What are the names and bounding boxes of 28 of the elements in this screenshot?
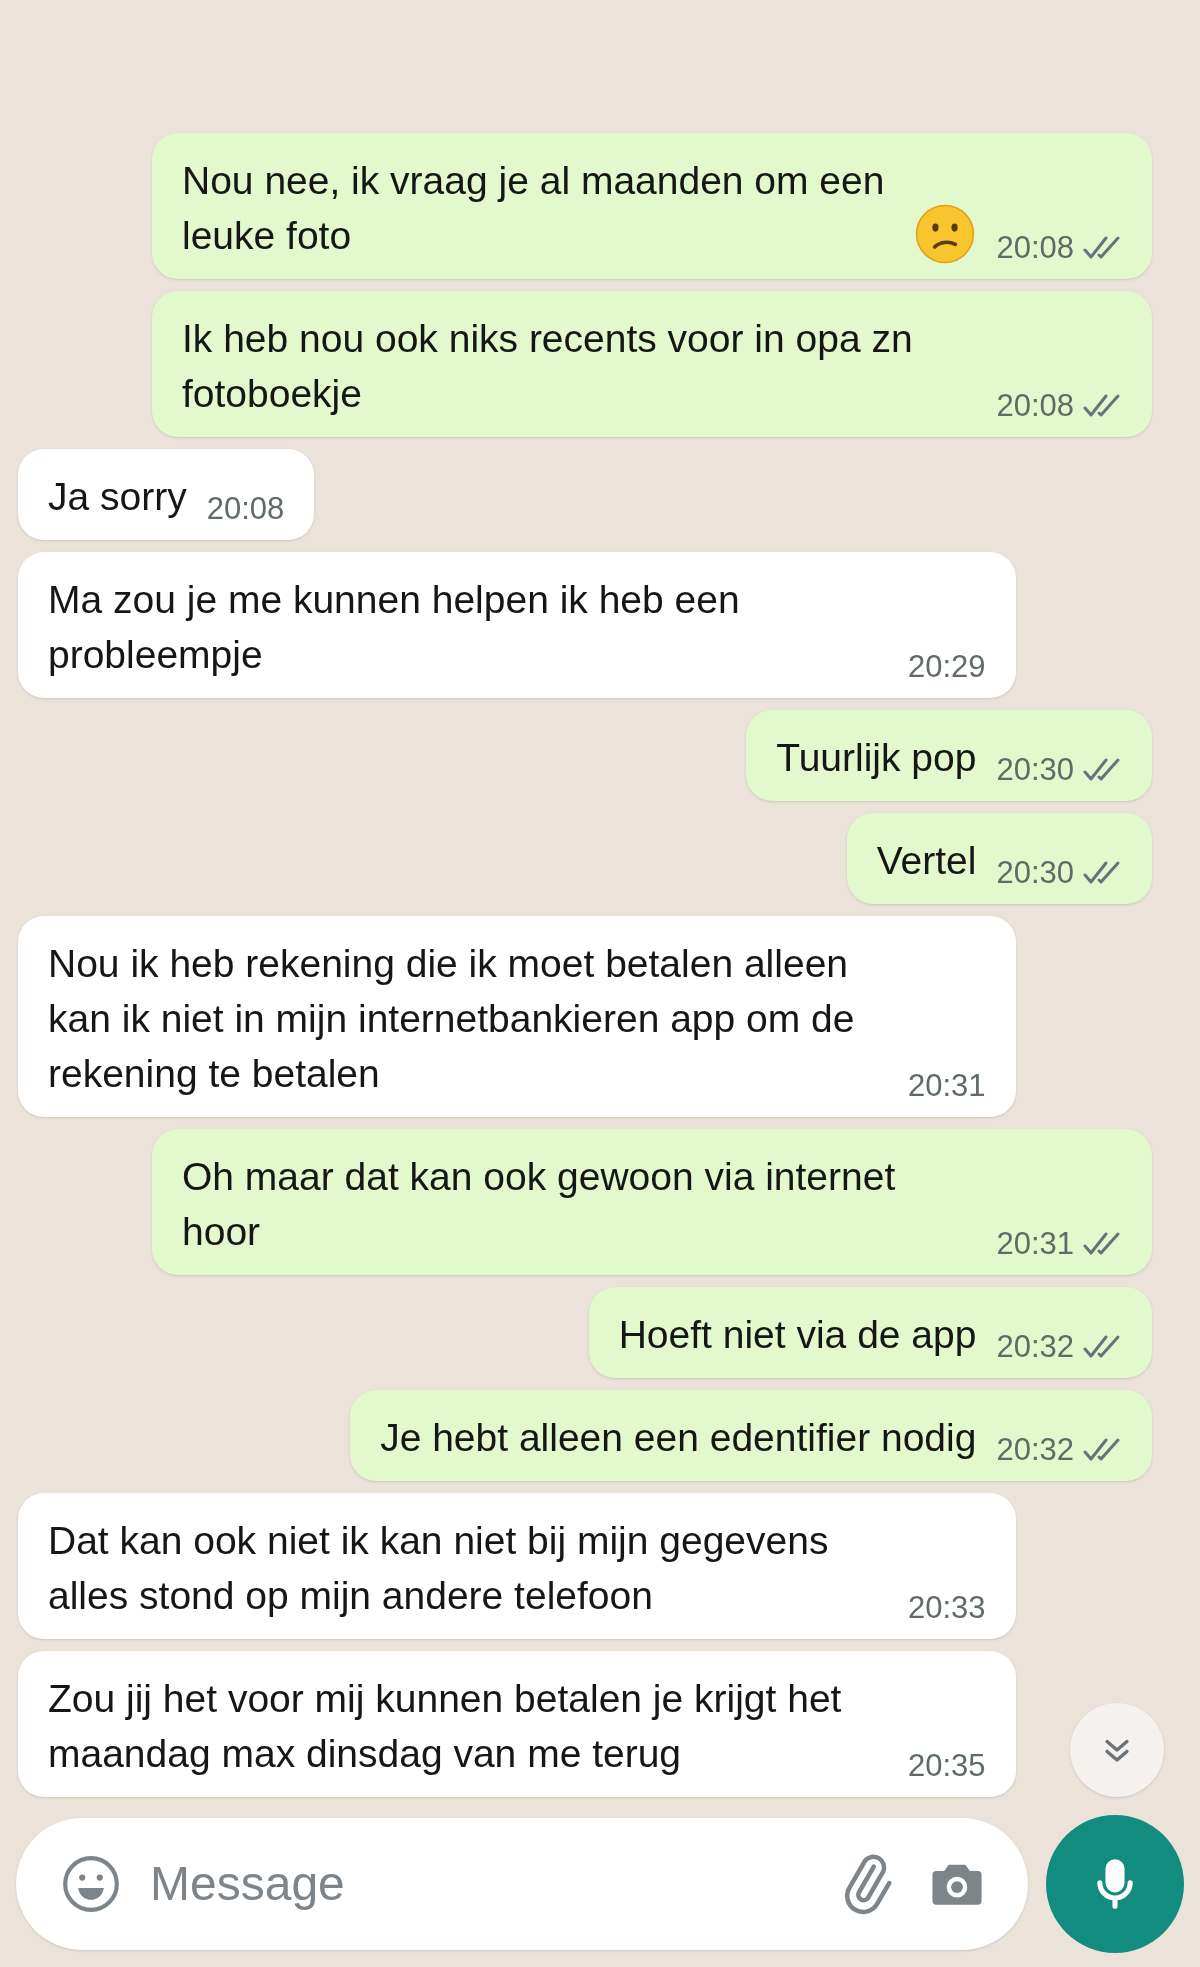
message-text: Je hebt alleen een edentifier nodig <box>380 1415 977 1461</box>
message-text: Dat kan ook niet ik kan niet bij mijn gegevens alles stond op mijn andere telefoon <box>48 1518 830 1619</box>
message-input[interactable]: Message <box>150 1848 806 1920</box>
confused-face-icon <box>914 203 977 265</box>
message-time: 20:35 <box>908 1746 986 1785</box>
message-time: 20:08 <box>206 489 285 528</box>
message-time: 20:08 <box>996 386 1074 425</box>
message-time: 20:31 <box>996 1224 1074 1263</box>
message-text: Vertel <box>876 838 977 884</box>
message-field[interactable]: Message <box>16 1818 1028 1950</box>
message-time: 20:30 <box>996 750 1074 789</box>
message-text: Nou nee, ik vraag je al maanden om een leuke foto <box>182 158 886 259</box>
message-time: 20:33 <box>908 1588 986 1627</box>
message-time: 20:29 <box>908 647 986 686</box>
message-text: Ik heb nou ook niks recents voor in opa zn fotoboekje <box>182 316 914 417</box>
smiley-icon[interactable] <box>60 1853 122 1915</box>
message-text: Nou ik heb rekening die ik moet betalen alleen kan ik niet in mijn internetbankieren app om de rekening te betalen <box>48 941 856 1097</box>
message-text: Hoeft niet via de app <box>618 1312 977 1358</box>
message-time: 20:32 <box>996 1430 1074 1469</box>
message-time: 20:32 <box>996 1327 1074 1366</box>
message-text: Tuurlijk pop <box>776 735 977 781</box>
message-time: 20:31 <box>908 1066 986 1105</box>
message-text: Ma zou je me kunnen helpen ik heb een probleempje <box>48 577 741 678</box>
message-time: 20:08 <box>996 228 1074 267</box>
message-text: Ja sorry <box>48 474 187 520</box>
message-text: Oh maar dat kan ook gewoon via internet hoor <box>182 1154 897 1255</box>
message-time: 20:30 <box>996 853 1074 892</box>
message-text: Zou jij het voor mij kunnen betalen je krijgt het maandag max dinsdag van me terug <box>48 1676 843 1777</box>
